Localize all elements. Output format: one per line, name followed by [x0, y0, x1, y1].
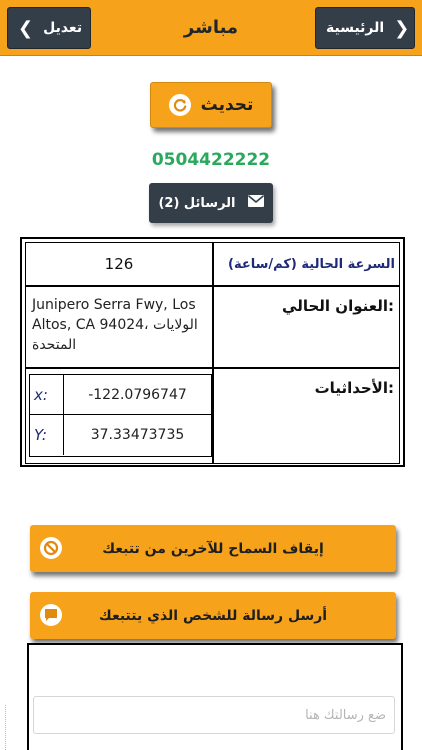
message-input[interactable]	[33, 696, 395, 734]
phone-number[interactable]: 0504422222	[0, 150, 422, 170]
coordinates-label: الأحداثيات:	[213, 368, 400, 464]
prohibit-icon	[40, 537, 62, 559]
refresh-icon	[168, 94, 191, 116]
message-compose-box	[27, 643, 403, 750]
home-button[interactable]: الرئيسية ❯	[315, 7, 415, 49]
chat-bubble-icon	[40, 604, 62, 626]
divider	[5, 705, 7, 750]
stop-tracking-button[interactable]: إيقاف السماح للآخرين من تتبعك	[30, 525, 396, 572]
tracking-info-table: 126 السرعة الحالية (كم/ساعة) Junipero Se…	[20, 237, 405, 467]
refresh-button[interactable]: تحديث	[150, 82, 272, 128]
messages-button-label: الرسائل (2)	[158, 195, 236, 211]
coordinates-container: x: -122.0796747 Y: 37.33473735	[25, 368, 213, 464]
chevron-right-icon: ❯	[394, 17, 410, 39]
refresh-button-label: تحديث	[200, 95, 254, 115]
top-navigation-bar: ❮ تعديل مباشر الرئيسية ❯	[0, 0, 422, 56]
coordinate-row-x: x: -122.0796747	[30, 375, 211, 415]
envelope-icon	[247, 195, 264, 211]
current-speed-label: السرعة الحالية (كم/ساعة)	[213, 242, 400, 286]
coordinate-row-y: Y: 37.33473735	[30, 415, 211, 455]
coordinate-x-label: x:	[30, 375, 64, 415]
stop-tracking-label: إيقاف السماح للآخرين من تتبعك	[102, 540, 324, 557]
send-message-button[interactable]: أرسل رسالة للشخص الذي يتتبعك	[30, 592, 396, 639]
coordinate-y-label: Y:	[30, 415, 64, 455]
messages-button[interactable]: الرسائل (2)	[149, 183, 273, 223]
send-message-label: أرسل رسالة للشخص الذي يتتبعك	[98, 607, 328, 624]
current-speed-value: 126	[25, 242, 213, 286]
coordinates-table: x: -122.0796747 Y: 37.33473735	[29, 374, 212, 457]
current-address-label: العنوان الحالي:	[213, 286, 400, 368]
coordinate-y-value: 37.33473735	[90, 427, 185, 443]
current-address-value: Junipero Serra Fwy, Los Altos, CA 94024،…	[25, 286, 213, 368]
home-button-label: الرئيسية	[326, 20, 385, 36]
coordinate-x-value: -122.0796747	[88, 387, 187, 403]
